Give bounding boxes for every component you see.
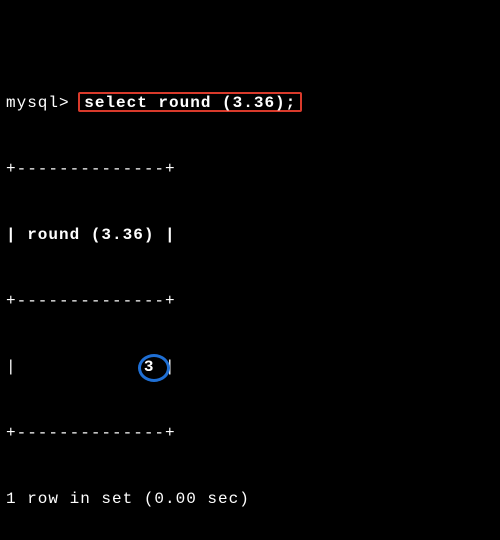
sql-command: select round (3.36);	[78, 92, 302, 112]
prompt-line[interactable]: mysql> select round (3.36);	[6, 92, 494, 114]
result-cell: 3	[144, 356, 155, 378]
table-border: +--------------+	[6, 290, 494, 312]
result-value: 3	[144, 358, 155, 376]
prompt-label: mysql>	[6, 94, 70, 112]
result-footer: 1 row in set (0.00 sec)	[6, 488, 494, 510]
row-prefix: |	[6, 358, 144, 376]
table-row: | 3 |	[6, 356, 494, 378]
table-border: +--------------+	[6, 422, 494, 444]
table-border: +--------------+	[6, 158, 494, 180]
row-suffix: |	[154, 358, 175, 376]
table-header: | round (3.36) |	[6, 224, 494, 246]
terminal-output: mysql> select round (3.36); +-----------…	[0, 0, 500, 540]
